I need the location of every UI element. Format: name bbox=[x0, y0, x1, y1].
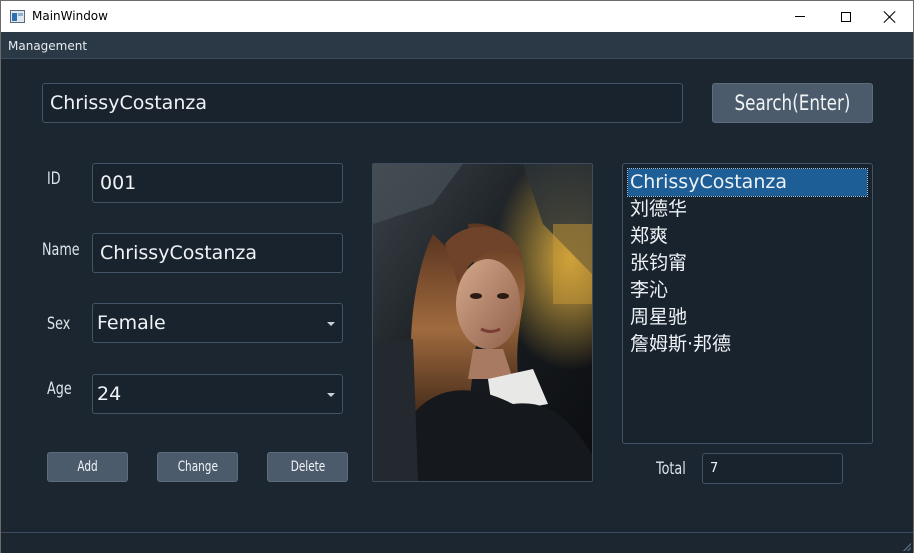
age-select-value: 24 bbox=[97, 383, 122, 405]
menu-management[interactable]: Management bbox=[8, 39, 87, 53]
search-button-label: Search(Enter) bbox=[734, 91, 851, 115]
search-input[interactable]: ChrissyCostanza bbox=[42, 83, 683, 123]
sex-select-value: Female bbox=[97, 312, 166, 334]
list-item[interactable]: 张钧甯 bbox=[628, 250, 867, 277]
maximize-button[interactable] bbox=[823, 1, 869, 32]
main-window: MainWindow Management ChrissyCostanza Se… bbox=[0, 0, 914, 553]
status-bar bbox=[1, 532, 913, 553]
minimize-icon bbox=[795, 16, 805, 17]
maximize-icon bbox=[841, 11, 851, 22]
window-title: MainWindow bbox=[32, 9, 108, 23]
title-bar: MainWindow bbox=[1, 1, 913, 32]
list-item[interactable]: ChrissyCostanza bbox=[627, 168, 868, 197]
list-item[interactable]: 李沁 bbox=[628, 277, 867, 304]
list-item[interactable]: 周星驰 bbox=[628, 304, 867, 331]
search-button[interactable]: Search(Enter) bbox=[712, 83, 873, 123]
close-button[interactable] bbox=[867, 1, 913, 32]
minimize-button[interactable] bbox=[777, 1, 823, 32]
add-button[interactable]: Add bbox=[47, 452, 128, 482]
id-field[interactable]: 001 bbox=[92, 163, 343, 203]
sex-label: Sex bbox=[47, 314, 71, 334]
list-item[interactable]: 刘德华 bbox=[628, 196, 867, 223]
name-field[interactable]: ChrissyCostanza bbox=[92, 233, 343, 273]
profile-photo-image bbox=[373, 164, 592, 481]
resize-grip-icon[interactable] bbox=[901, 541, 911, 551]
chevron-down-icon bbox=[327, 393, 335, 397]
chevron-down-icon bbox=[327, 322, 335, 326]
person-list[interactable]: ChrissyCostanza 刘德华 郑爽 张钧甯 李沁 周星驰 詹姆斯·邦德 bbox=[622, 163, 873, 444]
list-item[interactable]: 詹姆斯·邦德 bbox=[628, 331, 867, 358]
name-label: Name bbox=[42, 240, 80, 260]
window-app-icon bbox=[10, 10, 25, 23]
profile-photo bbox=[372, 163, 593, 482]
total-label: Total bbox=[656, 459, 686, 479]
list-item[interactable]: 郑爽 bbox=[628, 223, 867, 250]
delete-button[interactable]: Delete bbox=[267, 452, 348, 482]
age-label: Age bbox=[47, 379, 72, 399]
sex-select[interactable]: Female bbox=[92, 303, 343, 343]
id-label: ID bbox=[47, 169, 61, 189]
age-select[interactable]: 24 bbox=[92, 374, 343, 414]
change-button[interactable]: Change bbox=[157, 452, 238, 482]
close-icon bbox=[884, 11, 896, 23]
total-field: 7 bbox=[702, 453, 843, 484]
menu-bar: Management bbox=[1, 32, 913, 59]
